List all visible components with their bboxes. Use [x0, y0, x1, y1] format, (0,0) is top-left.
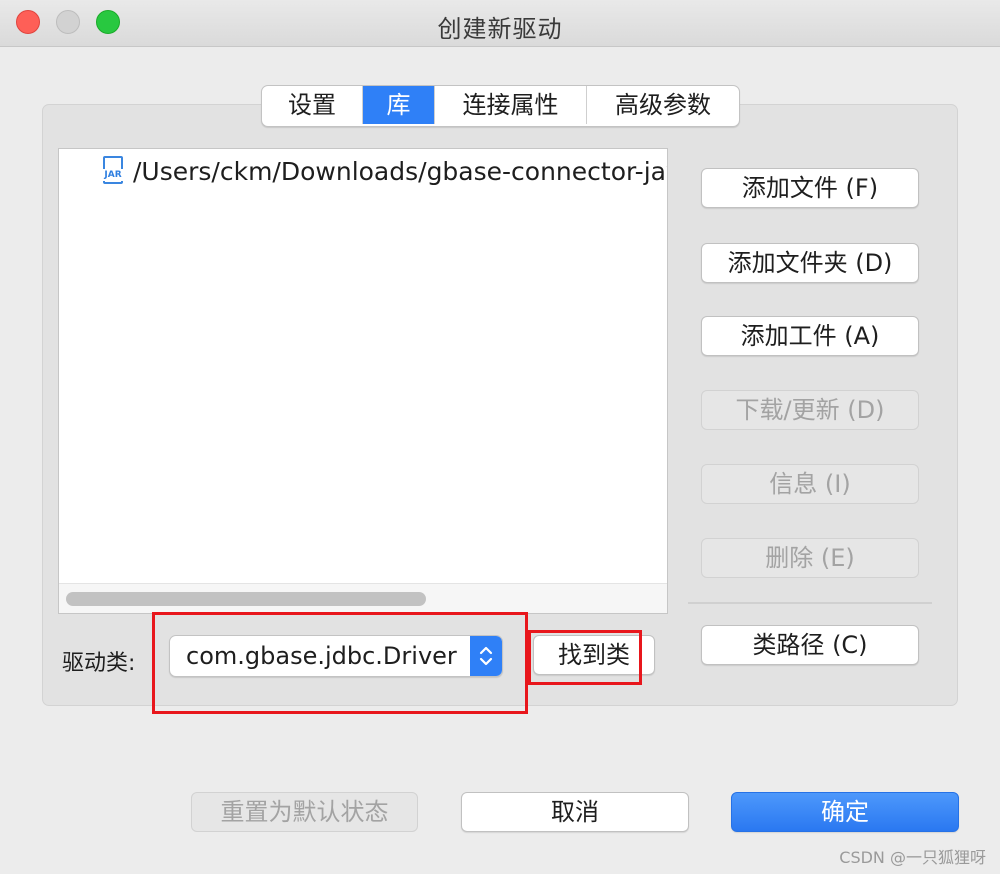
reset-defaults-button[interactable]: 重置为默认状态 — [191, 792, 418, 832]
cancel-button[interactable]: 取消 — [461, 792, 689, 832]
add-artifact-button[interactable]: 添加工件 (A) — [701, 316, 919, 356]
add-file-button[interactable]: 添加文件 (F) — [701, 168, 919, 208]
list-item[interactable]: JAR /Users/ckm/Downloads/gbase-connector… — [100, 153, 668, 189]
ok-button[interactable]: 确定 — [731, 792, 959, 832]
scrollbar-thumb[interactable] — [66, 592, 426, 606]
classpath-button[interactable]: 类路径 (C) — [701, 625, 919, 665]
highlight-box-find-class — [528, 630, 642, 685]
info-button[interactable]: 信息 (I) — [701, 464, 919, 504]
driver-class-label: 驱动类: — [62, 651, 136, 676]
tab-connection-properties[interactable]: 连接属性 — [435, 86, 587, 124]
tab-bar: 设置 库 连接属性 高级参数 — [261, 85, 740, 127]
delete-button[interactable]: 删除 (E) — [701, 538, 919, 578]
library-file-list[interactable]: JAR /Users/ckm/Downloads/gbase-connector… — [58, 148, 668, 614]
horizontal-scrollbar[interactable] — [59, 583, 667, 613]
tab-library[interactable]: 库 — [363, 86, 435, 124]
download-update-button[interactable]: 下载/更新 (D) — [701, 390, 919, 430]
add-folder-button[interactable]: 添加文件夹 (D) — [701, 243, 919, 283]
window-title: 创建新驱动 — [437, 15, 563, 43]
highlight-box-driver-class — [152, 612, 528, 714]
divider — [688, 602, 932, 604]
watermark: CSDN @一只狐狸呀 — [839, 848, 986, 867]
library-file-path: /Users/ckm/Downloads/gbase-connector-jav — [133, 156, 668, 186]
jar-file-icon: JAR — [100, 156, 126, 186]
tab-advanced-parameters[interactable]: 高级参数 — [587, 86, 739, 124]
tab-settings[interactable]: 设置 — [262, 86, 363, 124]
title-bar: 创建新驱动 — [0, 0, 1000, 47]
